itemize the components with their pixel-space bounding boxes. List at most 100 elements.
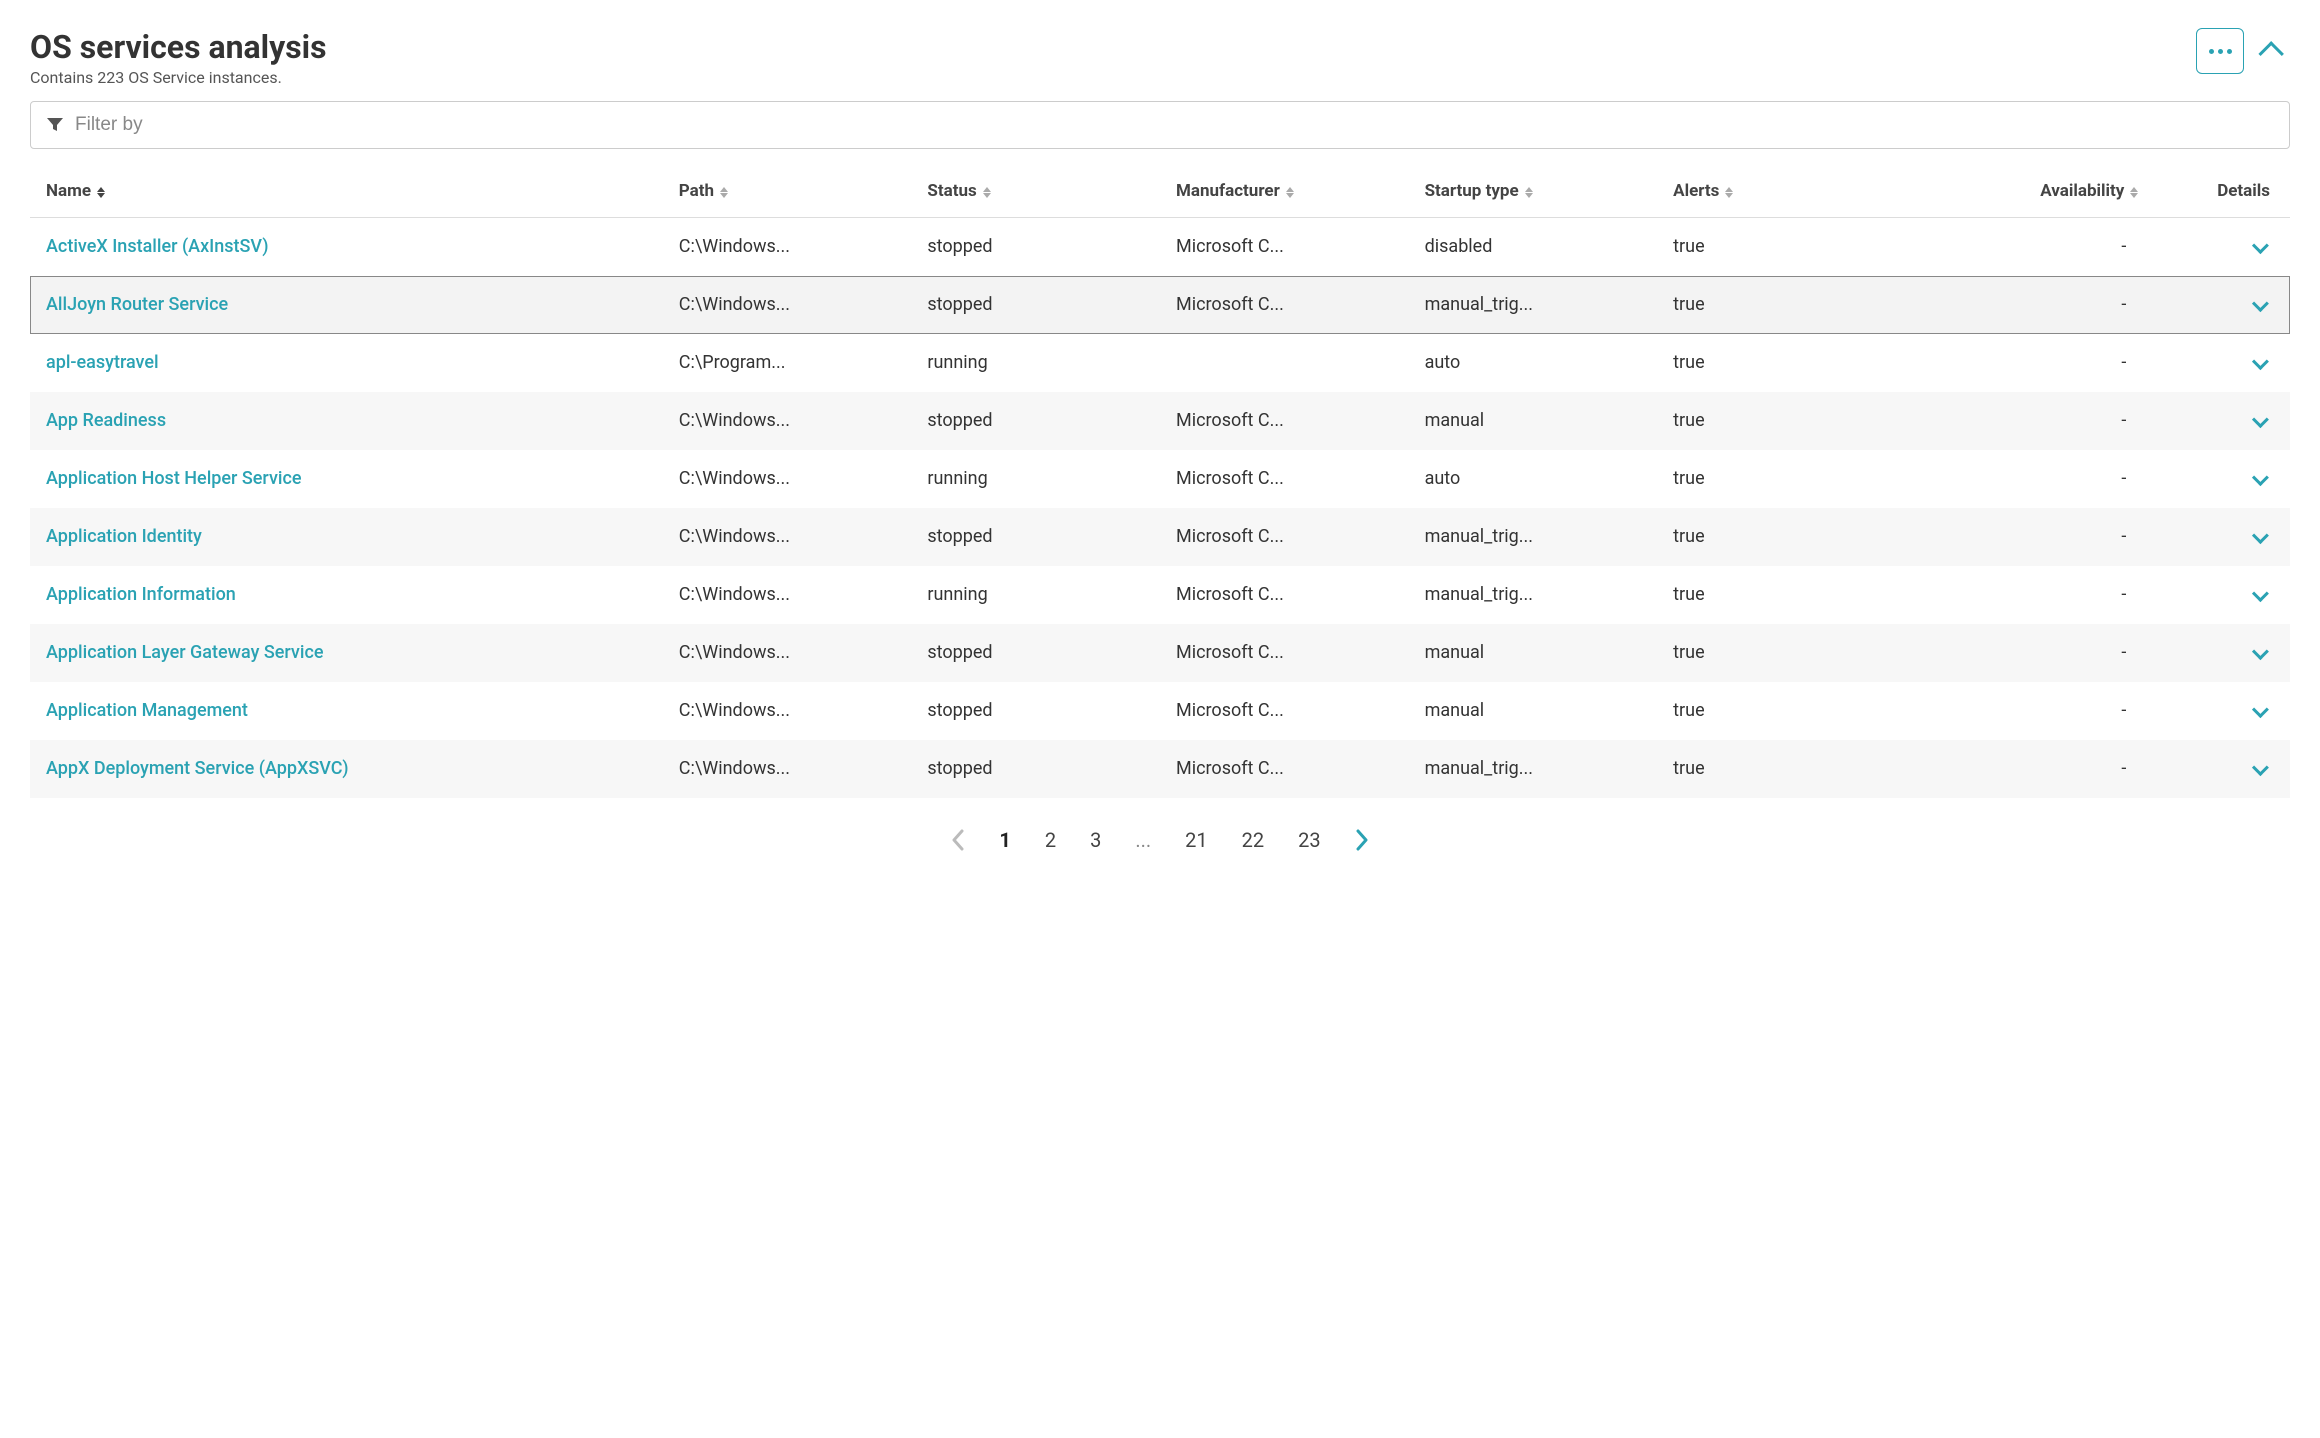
pagination-page[interactable]: 1 [993, 824, 1016, 856]
table-row: apl-easytravelC:\Program...runningautotr… [30, 334, 2290, 392]
cell-manufacturer: Microsoft C... [1160, 624, 1409, 682]
column-header-availability[interactable]: Availability [1928, 171, 2154, 218]
chevron-right-icon [1355, 829, 1369, 851]
cell-startup: auto [1409, 334, 1658, 392]
cell-manufacturer: Microsoft C... [1160, 682, 1409, 740]
cell-status: stopped [911, 508, 1160, 566]
sort-icon [983, 187, 991, 198]
cell-availability: - [1928, 218, 2154, 276]
service-link[interactable]: apl-easytravel [46, 352, 159, 373]
cell-manufacturer: Microsoft C... [1160, 450, 1409, 508]
cell-alerts: true [1657, 624, 1928, 682]
sort-icon [720, 187, 728, 198]
table-row: Application InformationC:\Windows...runn… [30, 566, 2290, 624]
filter-bar[interactable] [30, 101, 2290, 149]
cell-manufacturer: Microsoft C... [1160, 392, 1409, 450]
service-link[interactable]: ActiveX Installer (AxInstSV) [46, 236, 269, 257]
column-header-details: Details [2154, 171, 2290, 218]
cell-status: running [911, 450, 1160, 508]
sort-icon [1286, 187, 1294, 198]
cell-alerts: true [1657, 740, 1928, 798]
cell-availability: - [1928, 334, 2154, 392]
chevron-up-icon [2258, 41, 2283, 66]
pagination-page[interactable]: 22 [1236, 824, 1270, 856]
chevron-down-icon [2252, 701, 2269, 718]
chevron-down-icon [2252, 527, 2269, 544]
cell-availability: - [1928, 508, 2154, 566]
cell-alerts: true [1657, 682, 1928, 740]
expand-row-button[interactable] [2244, 348, 2274, 378]
pagination-page[interactable]: 21 [1179, 824, 1213, 856]
expand-row-button[interactable] [2244, 754, 2274, 784]
cell-alerts: true [1657, 218, 1928, 276]
cell-availability: - [1928, 682, 2154, 740]
sort-icon [1525, 187, 1533, 198]
cell-status: stopped [911, 624, 1160, 682]
cell-startup: manual_trig... [1409, 276, 1658, 334]
cell-availability: - [1928, 392, 2154, 450]
pagination-page[interactable]: 2 [1039, 824, 1062, 856]
service-link[interactable]: App Readiness [46, 410, 166, 431]
cell-availability: - [1928, 740, 2154, 798]
cell-alerts: true [1657, 450, 1928, 508]
cell-path: C:\Windows... [663, 392, 912, 450]
table-row: AppX Deployment Service (AppXSVC)C:\Wind… [30, 740, 2290, 798]
service-link[interactable]: AppX Deployment Service (AppXSVC) [46, 758, 349, 779]
more-actions-button[interactable] [2196, 28, 2244, 74]
cell-path: C:\Windows... [663, 566, 912, 624]
expand-row-button[interactable] [2244, 464, 2274, 494]
cell-path: C:\Windows... [663, 276, 912, 334]
pagination-page[interactable]: 3 [1084, 824, 1107, 856]
table-row: Application Identity C:\Windows...stopped… [30, 508, 2290, 566]
chevron-down-icon [2252, 295, 2269, 312]
filter-icon [47, 118, 63, 132]
chevron-down-icon [2252, 643, 2269, 660]
cell-startup: auto [1409, 450, 1658, 508]
cell-manufacturer: Microsoft C... [1160, 276, 1409, 334]
cell-manufacturer [1160, 334, 1409, 392]
chevron-down-icon [2252, 759, 2269, 776]
page-subtitle: Contains 223 OS Service instances. [30, 68, 327, 87]
cell-startup: manual [1409, 392, 1658, 450]
expand-row-button[interactable] [2244, 580, 2274, 610]
service-link[interactable]: Application Host Helper Service [46, 468, 302, 489]
chevron-down-icon [2252, 469, 2269, 486]
sort-icon [2130, 187, 2138, 198]
chevron-down-icon [2252, 585, 2269, 602]
service-link[interactable]: Application Information [46, 584, 236, 605]
filter-input[interactable] [75, 114, 2273, 136]
cell-status: stopped [911, 276, 1160, 334]
column-header-status[interactable]: Status [911, 171, 1160, 218]
cell-manufacturer: Microsoft C... [1160, 508, 1409, 566]
expand-row-button[interactable] [2244, 638, 2274, 668]
cell-path: C:\Windows... [663, 508, 912, 566]
service-link[interactable]: Application Identity [46, 526, 202, 547]
expand-row-button[interactable] [2244, 406, 2274, 436]
column-header-name[interactable]: Name [30, 171, 663, 218]
pagination-next[interactable] [1349, 825, 1375, 855]
service-link[interactable]: Application Management [46, 700, 248, 721]
cell-path: C:\Windows... [663, 624, 912, 682]
column-header-alerts[interactable]: Alerts [1657, 171, 1928, 218]
cell-alerts: true [1657, 334, 1928, 392]
cell-alerts: true [1657, 392, 1928, 450]
service-link[interactable]: Application Layer Gateway Service [46, 642, 323, 663]
cell-manufacturer: Microsoft C... [1160, 218, 1409, 276]
expand-row-button[interactable] [2244, 290, 2274, 320]
table-row: App ReadinessC:\Windows...stoppedMicroso… [30, 392, 2290, 450]
cell-path: C:\Windows... [663, 218, 912, 276]
column-header-startup[interactable]: Startup type [1409, 171, 1658, 218]
column-header-manufacturer[interactable]: Manufacturer [1160, 171, 1409, 218]
pagination-prev[interactable] [945, 825, 971, 855]
expand-row-button[interactable] [2244, 522, 2274, 552]
column-header-path[interactable]: Path [663, 171, 912, 218]
service-link[interactable]: AllJoyn Router Service [46, 294, 228, 315]
pagination-page[interactable]: 23 [1292, 824, 1326, 856]
expand-row-button[interactable] [2244, 232, 2274, 262]
collapse-section-button[interactable] [2258, 35, 2290, 67]
table-row: ActiveX Installer (AxInstSV) C:\Windows..… [30, 218, 2290, 276]
expand-row-button[interactable] [2244, 696, 2274, 726]
more-icon [2209, 49, 2232, 54]
cell-availability: - [1928, 276, 2154, 334]
cell-alerts: true [1657, 566, 1928, 624]
